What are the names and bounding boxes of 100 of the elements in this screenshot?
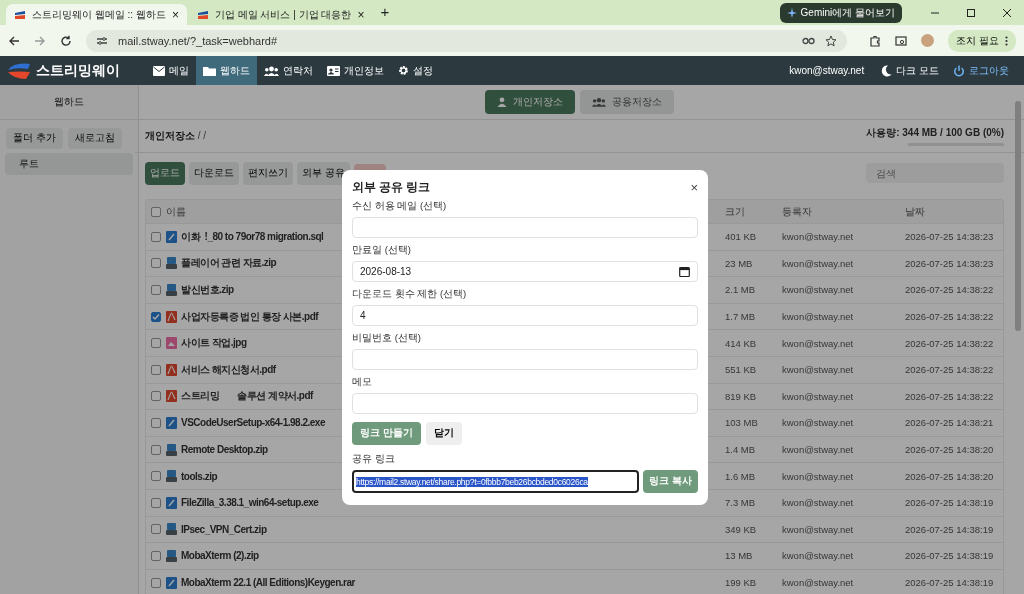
storage-tab[interactable]: 공용저장소 — [580, 90, 674, 114]
search-field[interactable]: 검색 — [866, 163, 1004, 183]
checkbox[interactable] — [151, 444, 161, 455]
close-button[interactable]: × — [690, 179, 698, 195]
input-field[interactable]: 4 — [352, 305, 698, 326]
pdf-icon — [166, 363, 177, 376]
input-field[interactable] — [352, 393, 698, 414]
search-tab-icon[interactable] — [895, 34, 908, 47]
input-field[interactable] — [352, 349, 698, 370]
calendar-icon[interactable] — [679, 266, 690, 277]
site-info-icon[interactable] — [96, 34, 108, 47]
logout-link[interactable]: 로그아웃 — [946, 56, 1016, 85]
id-card-icon — [327, 65, 340, 76]
file-name[interactable]: 사업자등록증 법인 통장 사본.pdf — [181, 309, 319, 324]
file-name[interactable]: 사이트 작업.jpg — [181, 336, 247, 351]
checkbox[interactable] — [151, 206, 161, 217]
checkbox[interactable] — [151, 391, 161, 402]
action-button[interactable]: 조치 필요 — [948, 29, 1016, 52]
browser-tab[interactable]: 스트리밍웨이 웹메일 :: 웹하드 × — [6, 4, 187, 25]
checkbox[interactable] — [151, 524, 161, 535]
forward-icon[interactable] — [34, 34, 46, 47]
sidebar-button[interactable]: 폴더 추가 — [6, 128, 63, 149]
checkbox[interactable] — [151, 497, 161, 508]
table-cell-text: 2026-07-25 14:38:23 — [905, 231, 995, 243]
extensions-icon[interactable] — [869, 34, 882, 47]
file-name[interactable]: VSCodeUserSetup-x64-1.98.2.exe — [181, 417, 325, 429]
tab-close-button[interactable]: × — [171, 7, 179, 22]
nav-item[interactable]: 웹하드 — [196, 56, 257, 85]
field-label: 수신 허용 메일 (선택) — [352, 200, 448, 213]
storage-tab[interactable]: 개인저장소 — [485, 90, 575, 114]
column-header[interactable]: 크기 — [725, 204, 782, 219]
dark-mode-toggle[interactable]: 다크 모드 — [874, 56, 946, 85]
table-cell-text: kwon@stway.net — [782, 231, 855, 243]
checkbox[interactable] — [151, 364, 161, 375]
new-tab-button[interactable]: + — [380, 2, 390, 20]
nav-item[interactable]: 개인정보 — [320, 56, 391, 85]
sparkle-icon — [786, 7, 797, 18]
dialog-button[interactable]: 닫기 — [425, 422, 462, 445]
file-name[interactable]: MobaXterm (2).zip — [181, 550, 259, 562]
file-name[interactable]: tools.zip — [181, 470, 218, 482]
table-cell-text: kwon@stway.net — [782, 550, 855, 562]
table-cell-text: kwon@stway.net — [782, 390, 855, 402]
file-name[interactable]: 서비스 해지신청서.pdf — [181, 362, 276, 377]
file-name[interactable]: FileZilla_3.38.1_win64-setup.exe — [181, 497, 319, 509]
table-cell-text: 2026-07-25 14:38:19 — [905, 550, 995, 562]
link-field[interactable]: https://mail2.stway.net/share.php?t=0fbbb7beb26bcbded0c6026ca — [352, 470, 640, 493]
tab-close-button[interactable]: × — [357, 7, 365, 22]
column-header[interactable]: 등록자 — [782, 204, 905, 219]
column-header[interactable]: 날짜 — [905, 204, 1003, 219]
folder-tree-item[interactable]: 루트 — [5, 153, 133, 175]
scrollbar[interactable] — [1015, 101, 1021, 331]
folder-icon — [203, 65, 216, 76]
address-field[interactable]: mail.stway.net/?_task=webhard# — [86, 29, 848, 52]
input-field[interactable] — [352, 217, 698, 238]
file-name[interactable]: 스트리밍 솔루션 계약서.pdf — [181, 389, 313, 404]
checkbox[interactable] — [151, 550, 161, 561]
toolbar-button[interactable]: 편지쓰기 — [243, 161, 293, 185]
table-cell-text: kwon@stway.net — [782, 497, 855, 509]
close-icon[interactable] — [1002, 7, 1012, 18]
pencil-file-icon — [166, 416, 177, 429]
table-cell-text: 2026-07-25 14:38:22 — [905, 284, 995, 296]
avatar[interactable] — [921, 34, 935, 47]
table-cell-text: 2026-07-25 14:38:20 — [905, 470, 995, 482]
reload-icon[interactable] — [60, 34, 72, 47]
table-cell-text: 103 MB — [725, 417, 759, 429]
nav-item[interactable]: 연락처 — [257, 56, 320, 85]
date-field[interactable]: 2026-08-13 — [352, 261, 698, 282]
gemini-button[interactable]: Gemini에게 물어보기 — [779, 2, 902, 23]
pdf-icon — [166, 310, 177, 323]
nav-item[interactable]: 메일 — [146, 56, 196, 85]
checkbox[interactable] — [151, 311, 161, 322]
image-file-icon — [166, 337, 177, 350]
tab-title: 기업 메일 서비스 | 기업 대응한 — [214, 7, 352, 22]
checkbox[interactable] — [151, 231, 161, 242]
table-cell-text: kwon@stway.net — [782, 257, 855, 269]
toolbar-button[interactable]: 외부 공유 — [297, 161, 350, 185]
file-name[interactable]: 플레이어 관련 자료.zip — [181, 256, 277, 271]
checkbox[interactable] — [151, 285, 161, 295]
checkbox[interactable] — [151, 471, 161, 482]
table-cell-text: 2026-07-25 14:38:22 — [905, 311, 995, 323]
maximize-icon[interactable] — [966, 7, 976, 18]
file-name[interactable]: MobaXterm 22.1 (All Editions)Keygen.rar — [181, 577, 355, 588]
nav-item[interactable]: 설정 — [391, 56, 440, 85]
toolbar-button[interactable]: 업로드 — [145, 161, 185, 185]
users-icon — [264, 65, 279, 76]
file-name[interactable]: 이화 !_80 to 79or78 migration.sql — [181, 229, 324, 244]
checkbox[interactable] — [151, 417, 161, 428]
field-label: 비밀번호 (선택) — [352, 332, 422, 345]
back-icon[interactable] — [8, 34, 20, 47]
file-name[interactable]: Remote Desktop.zip — [181, 444, 268, 456]
browser-tab[interactable]: 기업 메일 서비스 | 기업 대응한 × — [188, 4, 373, 25]
checkbox[interactable] — [151, 577, 161, 588]
star-icon[interactable] — [825, 34, 838, 47]
toolbar-button[interactable]: 다운로드 — [189, 161, 239, 185]
file-name[interactable]: 발신번호.zip — [181, 283, 234, 297]
checkbox[interactable] — [151, 338, 161, 349]
file-name[interactable]: IPsec_VPN_Cert.zip — [181, 523, 267, 535]
table-cell-text: kwon@stway.net — [782, 284, 855, 296]
checkbox[interactable] — [151, 258, 161, 269]
sidebar-button[interactable]: 새로고침 — [67, 128, 122, 149]
